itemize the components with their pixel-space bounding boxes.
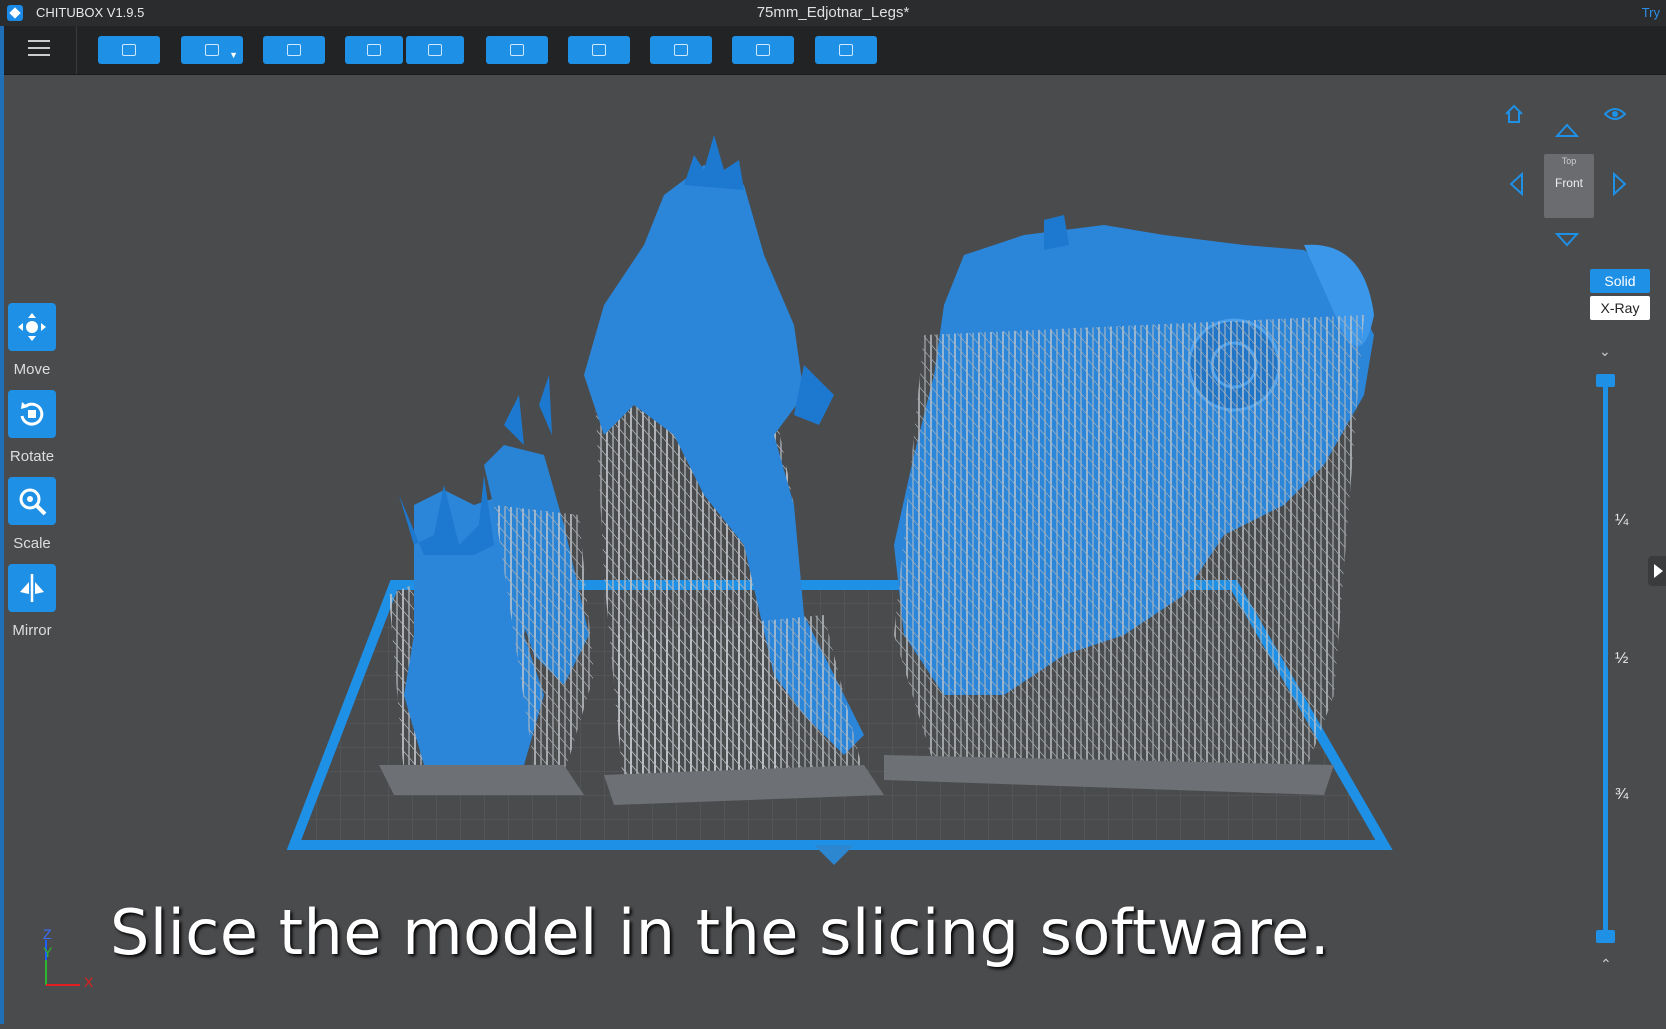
3d-viewport[interactable] (4, 75, 1666, 1024)
undo-button[interactable] (345, 36, 403, 64)
xray-view-button[interactable]: X-Ray (1590, 296, 1650, 320)
hamburger-menu-icon[interactable] (28, 40, 50, 58)
settings-button[interactable] (486, 36, 548, 64)
solid-view-button[interactable]: Solid (1590, 269, 1650, 293)
file-title: 75mm_Edjotnar_Legs* (756, 4, 910, 21)
scale-icon[interactable] (8, 477, 56, 525)
undo-icon (367, 44, 381, 56)
slider-mark-three-quarter: ¾ (1615, 786, 1629, 803)
folder-icon (122, 44, 136, 56)
title-bar: CHITUBOX V1.9.5 75mm_Edjotnar_Legs* Try (0, 0, 1666, 26)
rotate-icon[interactable] (8, 390, 56, 438)
image-icon (287, 44, 301, 56)
slider-mark-quarter: ¼ (1615, 512, 1629, 529)
layer-slider-track[interactable] (1603, 380, 1608, 940)
model-right (884, 215, 1374, 795)
save-icon (205, 44, 219, 56)
move-icon[interactable] (8, 303, 56, 351)
axis-indicator: Z Y X (40, 926, 100, 990)
layout-icon (592, 44, 606, 56)
rotate-tool[interactable]: Rotate (7, 390, 57, 465)
main-toolbar: ▼ (0, 26, 1666, 75)
move-label: Move (13, 361, 51, 378)
cube-front-face[interactable]: Front (1544, 176, 1594, 190)
screenshot-button[interactable] (263, 36, 325, 64)
print-icon (839, 44, 853, 56)
support-button[interactable] (650, 36, 712, 64)
expand-panel-arrow-icon[interactable] (1648, 556, 1666, 586)
redo-icon (428, 44, 442, 56)
mirror-label: Mirror (12, 622, 52, 639)
print-button[interactable] (815, 36, 877, 64)
cube-top-face[interactable]: Top (1544, 156, 1594, 166)
mirror-icon[interactable] (8, 564, 56, 612)
view-left-arrow-icon[interactable] (1508, 171, 1524, 201)
toolbar-divider (76, 26, 77, 74)
mirror-tool[interactable]: Mirror (7, 564, 57, 639)
model-middle (584, 135, 884, 805)
chevron-down-icon[interactable]: ⌄ (1599, 343, 1611, 360)
support-icon (674, 44, 688, 56)
open-file-button[interactable] (98, 36, 160, 64)
axis-z-label: Z (43, 926, 52, 942)
view-cube[interactable]: Top Front (1544, 154, 1594, 218)
save-button[interactable]: ▼ (181, 36, 243, 64)
hollow-icon (756, 44, 770, 56)
model-scene (286, 135, 1393, 865)
redo-button[interactable] (406, 36, 464, 64)
chevron-down-icon[interactable]: ▼ (229, 50, 238, 60)
chevron-up-icon[interactable]: ⌃ (1600, 956, 1612, 973)
hollow-button[interactable] (732, 36, 794, 64)
scale-label: Scale (13, 535, 51, 552)
axis-y-label: Y (43, 944, 53, 960)
move-tool[interactable]: Move (7, 303, 57, 378)
layer-slider-top-handle[interactable] (1596, 374, 1615, 387)
video-subtitle: Slice the model in the slicing software. (110, 896, 1331, 969)
view-down-arrow-icon[interactable] (1554, 232, 1580, 253)
home-view-icon[interactable] (1504, 104, 1524, 129)
visibility-eye-icon[interactable] (1603, 106, 1627, 127)
try-link[interactable]: Try (1642, 5, 1660, 20)
axis-x-label: X (84, 974, 94, 990)
rotate-label: Rotate (9, 448, 55, 465)
slider-mark-half: ½ (1615, 650, 1629, 667)
layer-slider-bottom-handle[interactable] (1596, 930, 1615, 943)
view-right-arrow-icon[interactable] (1612, 171, 1628, 201)
view-up-arrow-icon[interactable] (1554, 122, 1580, 143)
settings-icon (510, 44, 524, 56)
auto-layout-button[interactable] (568, 36, 630, 64)
scale-tool[interactable]: Scale (7, 477, 57, 552)
